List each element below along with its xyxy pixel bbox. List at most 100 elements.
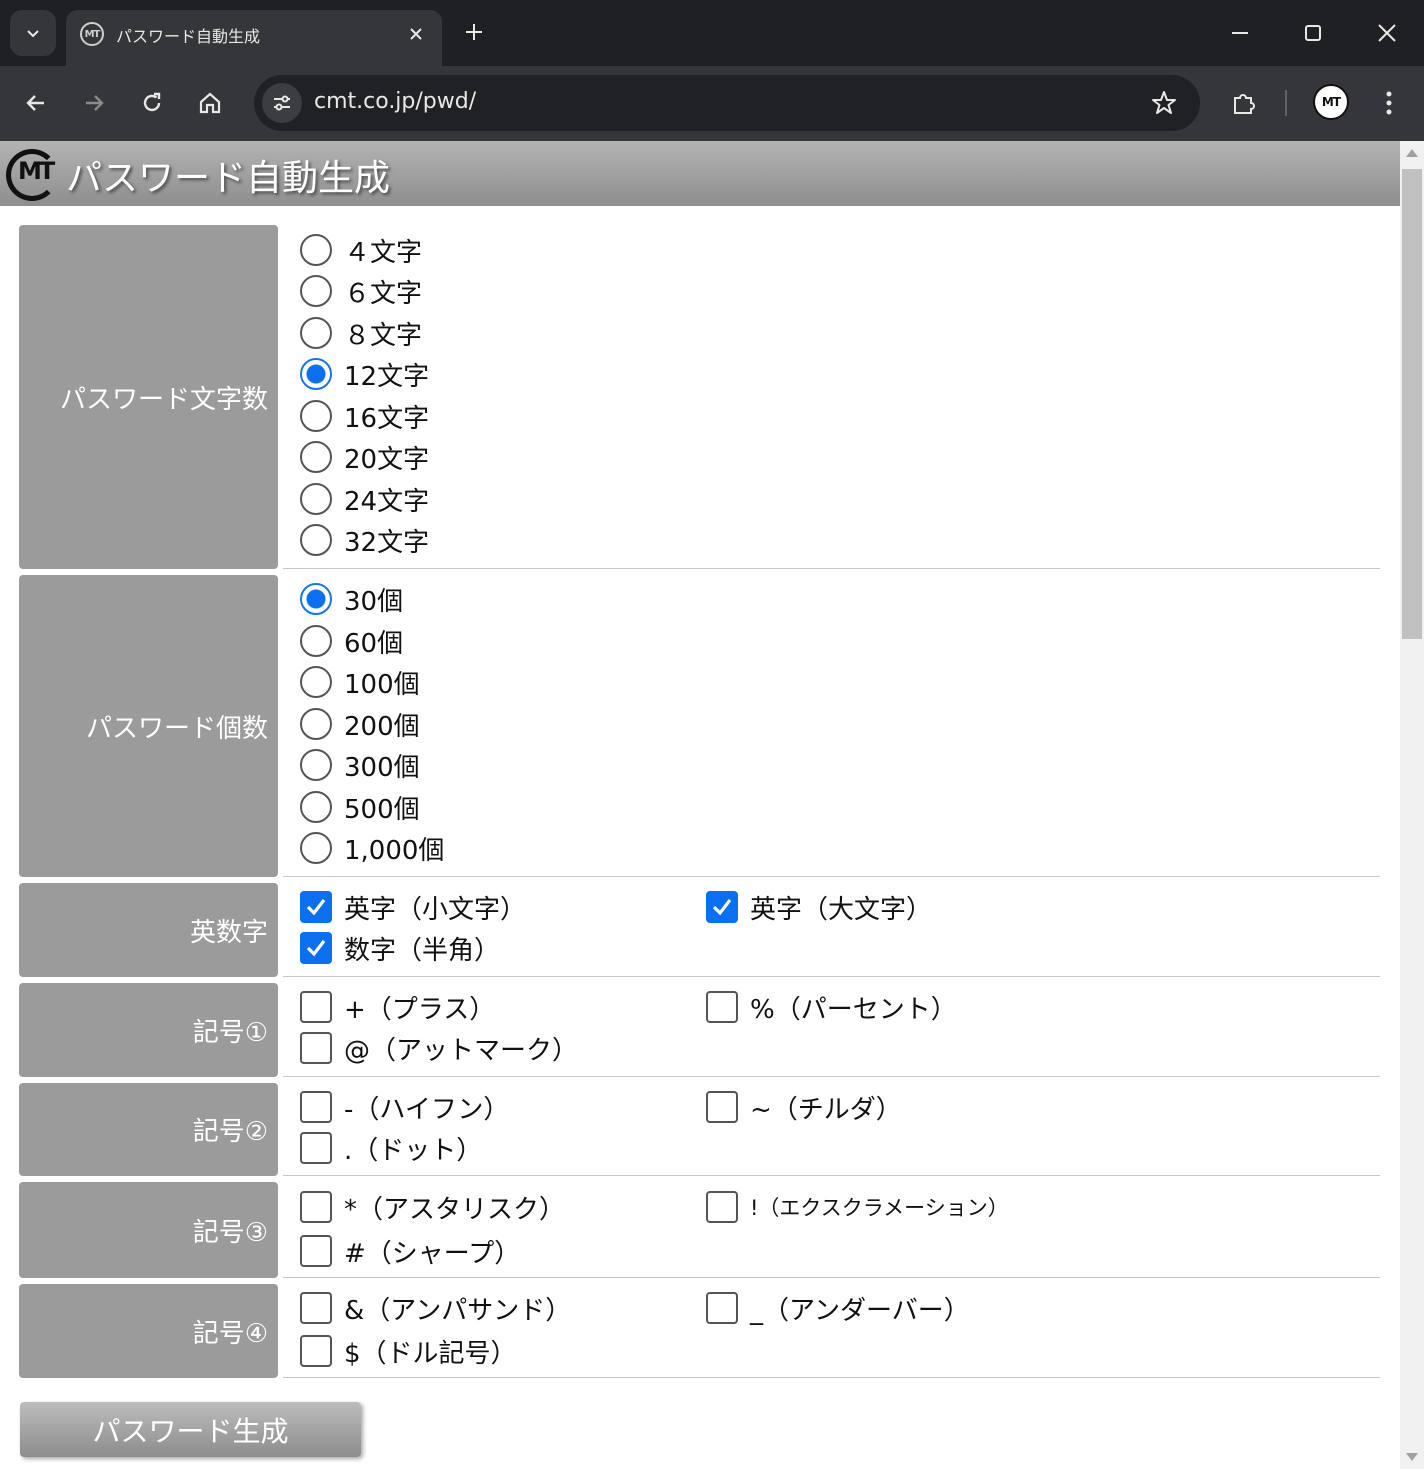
checkbox[interactable]: [300, 1235, 332, 1267]
menu-button[interactable]: [1368, 82, 1410, 124]
count-option-30[interactable]: 30個: [300, 581, 403, 617]
plus-icon: [466, 24, 482, 40]
page-scrollbar[interactable]: [1400, 141, 1424, 1469]
count-option-200[interactable]: 200個: [300, 706, 420, 742]
radio-button[interactable]: [300, 625, 332, 657]
checkbox-checked[interactable]: [300, 891, 332, 923]
radio-button[interactable]: [300, 708, 332, 740]
checkbox[interactable]: [300, 1132, 332, 1164]
address-bar[interactable]: cmt.co.jp/pwd/: [254, 75, 1200, 131]
checkbox[interactable]: [300, 1032, 332, 1064]
lowercase-checkbox[interactable]: 英字（小文字）: [300, 889, 526, 925]
checkbox-checked[interactable]: [300, 932, 332, 964]
checkbox[interactable]: [706, 1292, 738, 1324]
count-option-1000[interactable]: 1,000個: [300, 830, 444, 866]
radio-button[interactable]: [300, 791, 332, 823]
logo-text: MT: [18, 157, 55, 185]
percent-checkbox[interactable]: %（パーセント）: [706, 989, 957, 1025]
browser-tab[interactable]: MT パスワード自動生成: [66, 10, 442, 66]
radio-button[interactable]: [300, 483, 332, 515]
reload-button[interactable]: [131, 82, 173, 124]
row-divider: [283, 1277, 1380, 1278]
sharp-checkbox[interactable]: #（シャープ）: [300, 1233, 520, 1269]
back-icon: [26, 95, 44, 111]
at-checkbox[interactable]: @（アットマーク）: [300, 1030, 578, 1066]
option-label: ４文字: [344, 237, 423, 268]
window-close-button[interactable]: [1363, 10, 1411, 56]
minimize-button[interactable]: [1216, 10, 1264, 56]
exclamation-checkbox[interactable]: !（エクスクラメーション）: [706, 1189, 1009, 1225]
length-option-20[interactable]: 20文字: [300, 439, 429, 475]
browser-titlebar: MT パスワード自動生成: [0, 0, 1424, 66]
radio-button[interactable]: [300, 749, 332, 781]
new-tab-button[interactable]: [456, 14, 492, 50]
asterisk-checkbox[interactable]: *（アスタリスク）: [300, 1189, 565, 1225]
maximize-button[interactable]: [1289, 10, 1337, 56]
radio-button[interactable]: [300, 666, 332, 698]
radio-button[interactable]: [300, 441, 332, 473]
count-option-300[interactable]: 300個: [300, 747, 420, 783]
option-label: 200個: [344, 711, 420, 742]
checkbox[interactable]: [706, 1191, 738, 1223]
length-option-8[interactable]: ８文字: [300, 315, 422, 351]
url-text[interactable]: cmt.co.jp/pwd/: [314, 89, 476, 114]
symbols2-row: 記号② -（ハイフン） ~（チルダ） .（ドット）: [19, 1083, 1380, 1176]
radio-button[interactable]: [300, 317, 332, 349]
chevron-down-icon: [27, 30, 39, 38]
checkbox[interactable]: [300, 991, 332, 1023]
site-info-button[interactable]: [262, 83, 302, 123]
digits-checkbox[interactable]: 数字（半角）: [300, 930, 500, 966]
count-option-100[interactable]: 100個: [300, 664, 420, 700]
profile-icon[interactable]: MT: [1313, 84, 1349, 120]
extensions-button[interactable]: [1223, 82, 1265, 124]
radio-button[interactable]: [300, 832, 332, 864]
bookmark-button[interactable]: [1148, 87, 1180, 119]
length-option-16[interactable]: 16文字: [300, 398, 429, 434]
option-label: _（アンダーバー）: [750, 1295, 970, 1326]
radio-button-selected[interactable]: [300, 358, 332, 390]
option-label: $（ドル記号）: [344, 1338, 517, 1369]
radio-button[interactable]: [300, 524, 332, 556]
uppercase-checkbox[interactable]: 英字（大文字）: [706, 889, 932, 925]
length-option-32[interactable]: 32文字: [300, 522, 429, 558]
row-divider: [283, 568, 1380, 569]
symbols3-label: 記号③: [19, 1182, 278, 1278]
length-row: パスワード文字数 ４文字 ６文字 ８文字 12文字 16文字 20文字 24文字…: [19, 225, 1380, 569]
home-button[interactable]: [189, 82, 231, 124]
checkbox[interactable]: [706, 991, 738, 1023]
tilde-checkbox[interactable]: ~（チルダ）: [706, 1089, 902, 1125]
ampersand-checkbox[interactable]: &（アンパサンド）: [300, 1290, 571, 1326]
dollar-checkbox[interactable]: $（ドル記号）: [300, 1333, 517, 1369]
underscore-checkbox[interactable]: _（アンダーバー）: [706, 1290, 970, 1326]
dot-checkbox[interactable]: .（ドット）: [300, 1130, 482, 1166]
scroll-down-arrow-icon[interactable]: [1406, 1453, 1418, 1461]
radio-button-selected[interactable]: [300, 583, 332, 615]
length-option-6[interactable]: ６文字: [300, 273, 422, 309]
scroll-up-arrow-icon[interactable]: [1406, 149, 1418, 157]
generate-password-button[interactable]: パスワード生成: [20, 1402, 361, 1457]
option-label: 30個: [344, 586, 404, 617]
checkbox[interactable]: [706, 1091, 738, 1123]
hyphen-checkbox[interactable]: -（ハイフン）: [300, 1089, 509, 1125]
radio-button[interactable]: [300, 275, 332, 307]
alnum-row: 英数字 英字（小文字） 英字（大文字） 数字（半角）: [19, 883, 1380, 977]
forward-button[interactable]: [73, 82, 115, 124]
length-option-4[interactable]: ４文字: [300, 232, 422, 268]
plus-checkbox[interactable]: +（プラス）: [300, 989, 495, 1025]
length-option-12[interactable]: 12文字: [300, 356, 429, 392]
back-button[interactable]: [15, 82, 57, 124]
length-option-24[interactable]: 24文字: [300, 481, 429, 517]
scroll-thumb[interactable]: [1402, 169, 1422, 639]
count-option-60[interactable]: 60個: [300, 623, 403, 659]
tab-search-button[interactable]: [10, 10, 56, 56]
checkbox-checked[interactable]: [706, 891, 738, 923]
tab-close-button[interactable]: [402, 20, 430, 48]
checkbox[interactable]: [300, 1091, 332, 1123]
radio-button[interactable]: [300, 234, 332, 266]
checkbox[interactable]: [300, 1335, 332, 1367]
radio-button[interactable]: [300, 400, 332, 432]
count-option-500[interactable]: 500個: [300, 789, 420, 825]
checkbox[interactable]: [300, 1191, 332, 1223]
checkbox[interactable]: [300, 1292, 332, 1324]
checkmark-icon: [306, 940, 326, 957]
